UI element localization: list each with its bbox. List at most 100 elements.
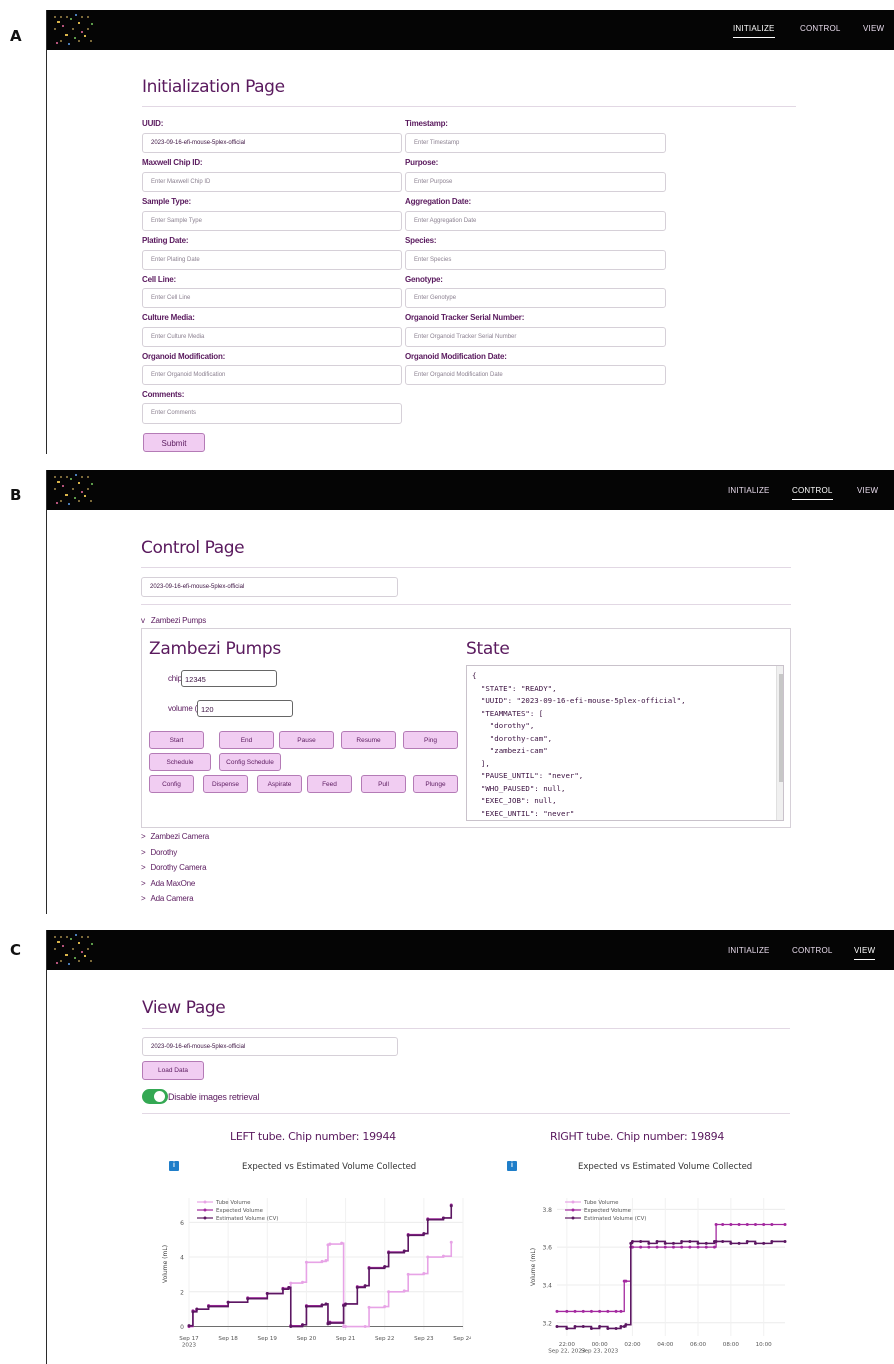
nav-control[interactable]: CONTROL [800, 24, 841, 33]
x-tick-line: 2023 [182, 1343, 197, 1349]
state-title: State [466, 639, 510, 659]
data-point [207, 1305, 211, 1309]
data-point [449, 1204, 453, 1208]
state-scrollbar[interactable] [776, 666, 783, 820]
sample-type-label: Sample Type: [142, 197, 192, 206]
nav-view[interactable]: VIEW [863, 24, 884, 33]
accordion-label: Ada Camera [150, 894, 194, 903]
accordion-toggle-zambezi-pumps[interactable]: v Zambezi Pumps [141, 616, 206, 625]
data-point [402, 1289, 406, 1293]
x-tick-label: Sep 22 [375, 1336, 394, 1342]
uuid-select[interactable]: 2023-09-16-efi-mouse-5plex-official [142, 1037, 398, 1056]
data-point [745, 1239, 749, 1243]
data-point [320, 1259, 324, 1263]
resume-button[interactable]: Resume [341, 731, 396, 749]
state-json-line: "STATE": "READY", [472, 683, 557, 693]
pause-button[interactable]: Pause [279, 731, 334, 749]
uuid-select[interactable]: 2023-09-16-efi-mouse-5plex-official [141, 577, 398, 597]
logo-icon[interactable] [51, 12, 97, 48]
pull-button[interactable]: Pull [361, 775, 406, 793]
x-tick-label: Sep 21 [336, 1336, 356, 1342]
data-point [328, 1321, 332, 1325]
accordion-toggle-ada-maxone[interactable]: > Ada MaxOne [141, 879, 195, 888]
nav-view[interactable]: VIEW [857, 486, 878, 495]
navbar: INITIALIZE CONTROL VIEW [47, 10, 894, 50]
species-label: Species: [405, 236, 437, 245]
aspirate-button[interactable]: Aspirate [257, 775, 302, 793]
x-tick-line: Sep 21 [336, 1336, 356, 1342]
data-point [573, 1309, 577, 1313]
plating-date-field[interactable]: Enter Plating Date [142, 250, 402, 270]
species-field[interactable]: Enter Species [405, 250, 666, 270]
genotype-field[interactable]: Enter Genotype [405, 288, 666, 308]
load-data-button[interactable]: Load Data [142, 1061, 204, 1080]
nav-view[interactable]: VIEW [854, 946, 876, 960]
accordion-toggle-dorothy[interactable]: > Dorothy [141, 848, 177, 857]
x-tick-line: 08:00 [723, 1342, 740, 1348]
logo-icon[interactable] [51, 472, 97, 508]
plunge-button[interactable]: Plunge [413, 775, 458, 793]
data-point [671, 1241, 675, 1245]
data-point [265, 1292, 269, 1296]
scroll-thumb[interactable] [779, 674, 783, 782]
culture-media-field[interactable]: Enter Culture Media [142, 327, 402, 347]
config-schedule-button[interactable]: Config Schedule [219, 753, 281, 771]
data-point [680, 1245, 684, 1249]
info-icon[interactable]: i [169, 1161, 179, 1171]
nav-initialize[interactable]: INITIALIZE [733, 24, 775, 38]
legend-marker [571, 1208, 575, 1212]
data-point [753, 1241, 757, 1245]
organoid-modification-date-field[interactable]: Enter Organoid Modification Date [405, 365, 666, 385]
data-point [598, 1309, 602, 1313]
chip-id-input[interactable]: 12345 [181, 670, 277, 687]
data-point [426, 1218, 430, 1222]
state-json-line: "zambezi-cam" [472, 746, 548, 755]
data-point [639, 1239, 643, 1243]
x-tick-line: Sep 23 [414, 1336, 434, 1342]
x-tick-line: Sep 19 [258, 1336, 278, 1342]
logo-icon[interactable] [51, 932, 97, 968]
feed-button[interactable]: Feed [307, 775, 352, 793]
accordion-label: Dorothy [150, 847, 178, 857]
accordion-toggle-zambezi-camera[interactable]: > Zambezi Camera [141, 832, 209, 841]
data-point [340, 1241, 344, 1245]
x-tick-line: 06:00 [690, 1342, 707, 1348]
divider [141, 604, 791, 605]
tracker-serial-field[interactable]: Enter Organoid Tracker Serial Number [405, 327, 666, 347]
organoid-modification-field[interactable]: Enter Organoid Modification [142, 365, 402, 385]
uuid-field[interactable]: 2023-09-16-efi-mouse-5plex-official [142, 133, 402, 153]
data-point [737, 1241, 741, 1245]
cell-line-field[interactable]: Enter Cell Line [142, 288, 402, 308]
maxwell-chip-id-field[interactable]: Enter Maxwell Chip ID [142, 172, 402, 192]
dispense-button[interactable]: Dispense [203, 775, 248, 793]
nav-control[interactable]: CONTROL [792, 486, 833, 500]
nav-initialize[interactable]: INITIALIZE [728, 486, 770, 495]
data-point [581, 1325, 585, 1329]
purpose-field[interactable]: Enter Purpose [405, 172, 666, 192]
data-point [762, 1222, 766, 1226]
timestamp-field[interactable]: Enter Timestamp [405, 133, 666, 153]
comments-field[interactable]: Enter Comments [142, 403, 402, 424]
images-toggle-label: Disable images retrieval [168, 1092, 260, 1102]
data-point [383, 1305, 387, 1309]
end-button[interactable]: End [219, 731, 274, 749]
schedule-button[interactable]: Schedule [149, 753, 211, 771]
accordion-toggle-ada-camera[interactable]: > Ada Camera [141, 894, 194, 903]
images-toggle[interactable] [142, 1089, 168, 1104]
state-json-line: "PAUSE_UNTIL": "never", [472, 771, 584, 780]
submit-button[interactable]: Submit [143, 433, 205, 452]
data-point [696, 1245, 700, 1249]
data-point [328, 1242, 332, 1246]
aggregation-date-field[interactable]: Enter Aggregation Date [405, 211, 666, 231]
ping-button[interactable]: Ping [403, 731, 458, 749]
info-icon[interactable]: i [507, 1161, 517, 1171]
state-json-line: "UUID": "2023-09-16-efi-mouse-5plex-offi… [472, 696, 686, 705]
nav-control[interactable]: CONTROL [792, 946, 833, 955]
volume-input[interactable]: 120 [197, 700, 293, 717]
accordion-toggle-dorothy-camera[interactable]: > Dorothy Camera [141, 863, 207, 872]
nav-initialize[interactable]: INITIALIZE [728, 946, 770, 955]
data-point [714, 1222, 718, 1226]
sample-type-field[interactable]: Enter Sample Type [142, 211, 402, 231]
config-button[interactable]: Config [149, 775, 194, 793]
start-button[interactable]: Start [149, 731, 204, 749]
